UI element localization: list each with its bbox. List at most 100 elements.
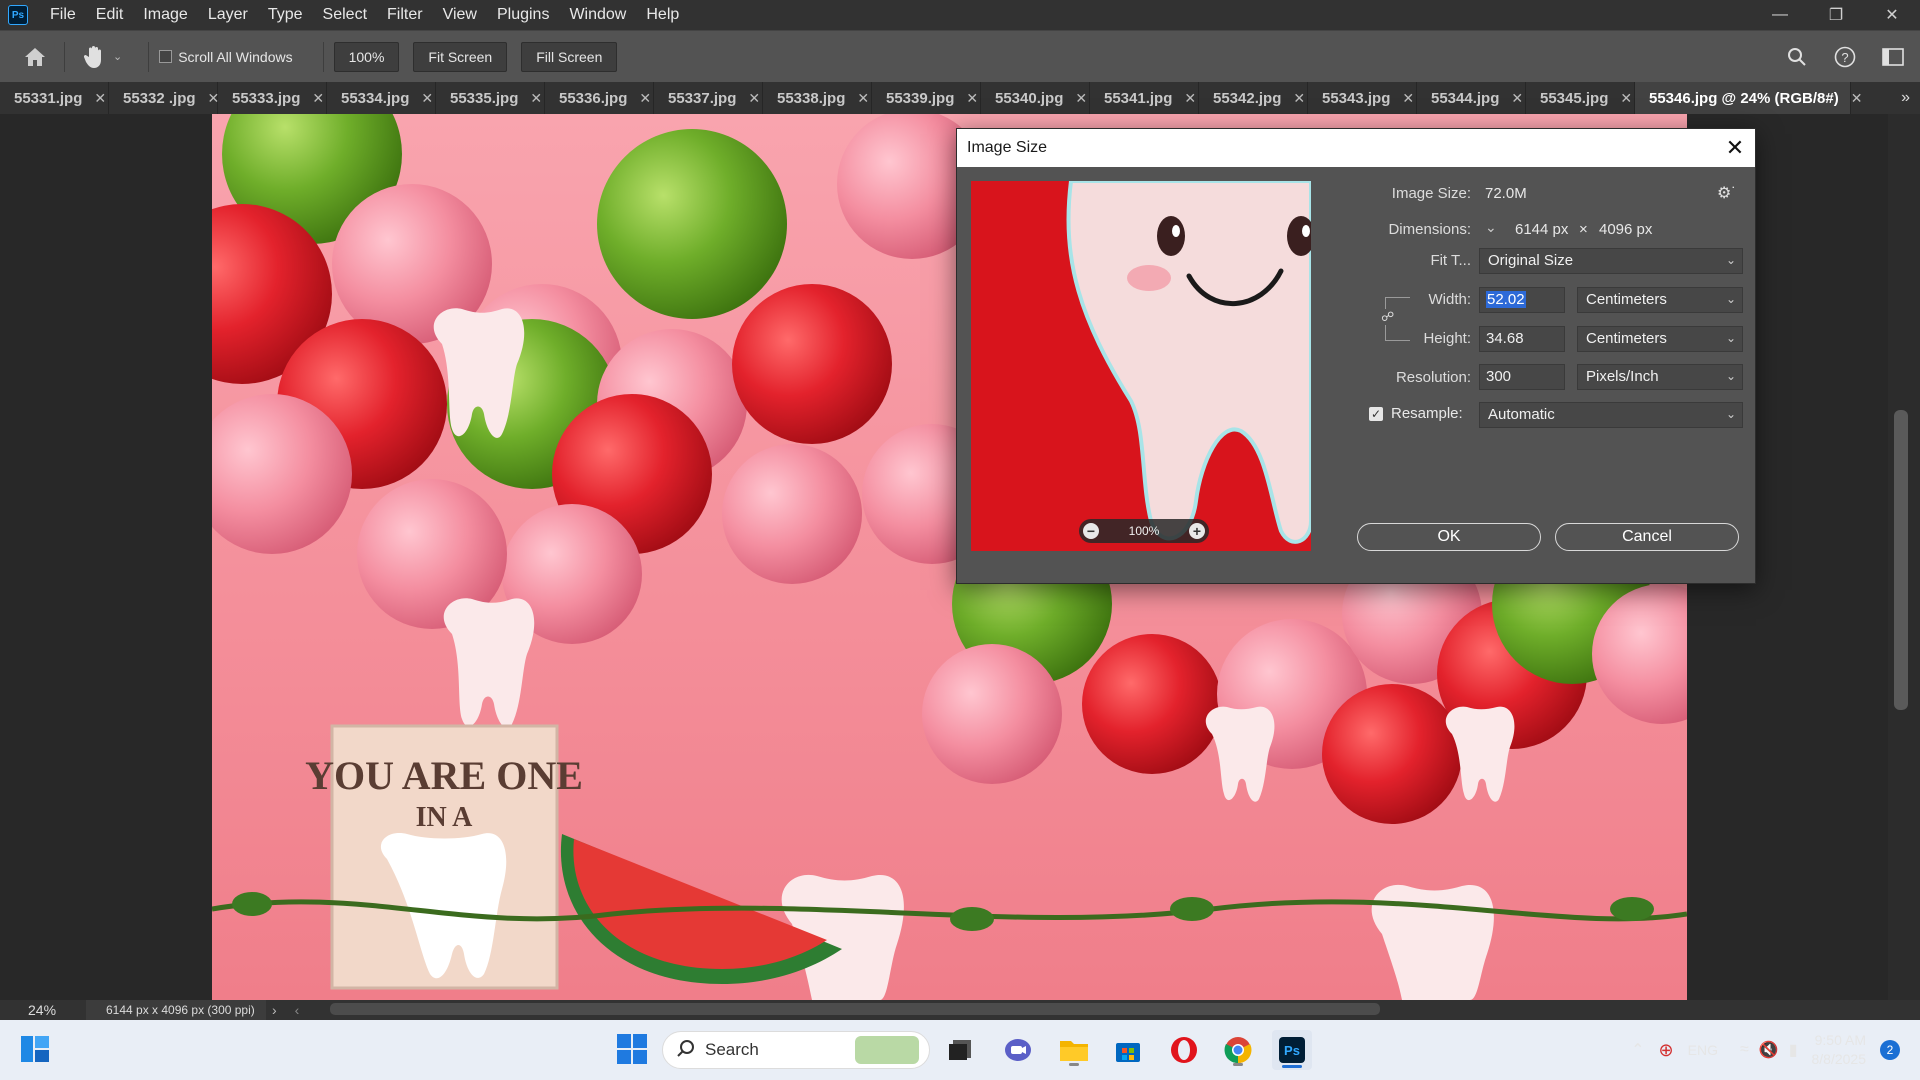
clock[interactable]: 9:50 AM 8/8/2025	[1812, 1031, 1867, 1069]
width-input[interactable]: 52.02	[1479, 287, 1565, 313]
windows-start-icon[interactable]	[616, 1033, 648, 1065]
menu-view[interactable]: View	[433, 0, 487, 30]
tab-55333[interactable]: 55333.jpg ✕	[218, 82, 327, 114]
close-tab-icon[interactable]: ✕	[748, 90, 760, 107]
photoshop-taskbar-icon[interactable]: Ps	[1272, 1030, 1312, 1070]
close-tab-icon[interactable]: ✕	[530, 90, 542, 107]
close-tab-icon[interactable]: ✕	[1184, 90, 1196, 107]
chevron-down-icon[interactable]: ⌄	[113, 50, 122, 63]
fit-to-select[interactable]: Original Size ⌄	[1479, 248, 1743, 274]
widgets-icon[interactable]	[20, 1035, 50, 1063]
close-tab-icon[interactable]: ✕	[1293, 90, 1305, 107]
ok-button[interactable]: OK	[1357, 523, 1541, 551]
height-unit-select[interactable]: Centimeters ⌄	[1577, 326, 1743, 352]
vpn-icon[interactable]: ⊕	[1659, 1040, 1674, 1061]
zoom-out-icon[interactable]: −	[1083, 523, 1099, 539]
scroll-all-windows-checkbox[interactable]: Scroll All Windows	[159, 49, 293, 65]
tab-55340[interactable]: 55340.jpg ✕	[981, 82, 1090, 114]
chrome-icon[interactable]	[1218, 1030, 1258, 1070]
task-view-icon[interactable]	[940, 1030, 980, 1070]
fit-screen-button[interactable]: Fit Screen	[413, 41, 508, 72]
close-tab-icon[interactable]: ✕	[857, 90, 869, 107]
menu-plugins[interactable]: Plugins	[487, 0, 559, 30]
menu-layer[interactable]: Layer	[198, 0, 258, 30]
document-info[interactable]: 6144 px x 4096 px (300 ppi)	[86, 1000, 266, 1020]
battery-icon[interactable]: ▮	[1789, 1040, 1798, 1060]
minimize-icon[interactable]: —	[1752, 0, 1808, 30]
resample-select[interactable]: Automatic ⌄	[1479, 402, 1743, 428]
close-tab-icon[interactable]: ✕	[639, 90, 651, 107]
height-input[interactable]: 34.68	[1479, 326, 1565, 352]
menu-help[interactable]: Help	[636, 0, 689, 30]
dimensions-dropdown-icon[interactable]: ⌄	[1485, 219, 1497, 236]
tab-55345[interactable]: 55345.jpg ✕	[1526, 82, 1635, 114]
zoom-in-icon[interactable]: +	[1188, 523, 1205, 539]
status-arrow-icon[interactable]: ›	[272, 1002, 277, 1018]
chevron-up-icon[interactable]: ⌃	[1631, 1040, 1644, 1060]
tab-55344[interactable]: 55344.jpg ✕	[1417, 82, 1526, 114]
fill-screen-button[interactable]: Fill Screen	[521, 41, 618, 72]
workspace-icon[interactable]	[1874, 38, 1912, 76]
home-icon[interactable]	[16, 38, 54, 76]
resample-checkbox[interactable]: ✓	[1369, 407, 1383, 421]
scroll-left-icon[interactable]: ‹	[295, 1002, 300, 1018]
close-icon[interactable]: ✕	[1723, 135, 1747, 160]
tab-55339[interactable]: 55339.jpg ✕	[872, 82, 981, 114]
file-explorer-icon[interactable]	[1054, 1030, 1094, 1070]
help-icon[interactable]: ?	[1826, 38, 1864, 76]
tab-55331[interactable]: 55331.jpg ✕	[0, 82, 109, 114]
tab-55346-active[interactable]: 55346.jpg @ 24% (RGB/8#) ✕	[1635, 82, 1862, 114]
close-tab-icon[interactable]: ✕	[1402, 90, 1414, 107]
close-tab-icon[interactable]: ✕	[1075, 90, 1087, 107]
zoom-100-button[interactable]: 100%	[333, 41, 400, 72]
taskbar-search[interactable]: Search	[662, 1031, 930, 1069]
menu-file[interactable]: File	[40, 0, 86, 30]
meet-icon[interactable]	[998, 1030, 1038, 1070]
close-tab-icon[interactable]: ✕	[421, 90, 433, 107]
close-tab-icon[interactable]: ✕	[1511, 90, 1523, 107]
tab-55338[interactable]: 55338.jpg ✕	[763, 82, 872, 114]
notification-badge[interactable]: 2	[1880, 1040, 1900, 1060]
close-tab-icon[interactable]: ✕	[966, 90, 978, 107]
link-icon[interactable]: ☍	[1381, 309, 1394, 325]
restore-icon[interactable]: ❐	[1808, 0, 1864, 30]
wifi-icon[interactable]: ≈	[1740, 1041, 1749, 1059]
vertical-scroll-thumb[interactable]	[1894, 410, 1908, 710]
width-unit-select[interactable]: Centimeters ⌄	[1577, 287, 1743, 313]
tab-55343[interactable]: 55343.jpg ✕	[1308, 82, 1417, 114]
menu-image[interactable]: Image	[133, 0, 197, 30]
gear-icon[interactable]: ⚙˙	[1717, 183, 1737, 203]
speaker-muted-icon[interactable]: 🔇	[1759, 1040, 1779, 1060]
menu-edit[interactable]: Edit	[86, 0, 134, 30]
language-indicator[interactable]: ENG	[1688, 1042, 1718, 1058]
checkbox-box[interactable]	[159, 50, 173, 63]
close-tab-icon[interactable]: ✕	[1620, 90, 1632, 107]
tab-55332[interactable]: 55332 .jpg ✕	[109, 82, 219, 114]
running-indicator	[1233, 1063, 1243, 1066]
tab-55342[interactable]: 55342.jpg ✕	[1199, 82, 1308, 114]
tab-55334[interactable]: 55334.jpg ✕	[327, 82, 436, 114]
resolution-unit-select[interactable]: Pixels/Inch ⌄	[1577, 364, 1743, 390]
tab-55336[interactable]: 55336.jpg ✕	[545, 82, 654, 114]
store-icon[interactable]	[1108, 1030, 1148, 1070]
cancel-button[interactable]: Cancel	[1555, 523, 1739, 551]
close-tab-icon[interactable]: ✕	[312, 90, 324, 107]
hand-tool-icon[interactable]	[75, 38, 113, 76]
horizontal-scroll-thumb[interactable]	[330, 1003, 1380, 1015]
close-tab-icon[interactable]: ✕	[94, 90, 106, 107]
resolution-input[interactable]: 300	[1479, 364, 1565, 390]
opera-icon[interactable]	[1164, 1030, 1204, 1070]
menu-select[interactable]: Select	[313, 0, 377, 30]
more-tabs-icon[interactable]: »	[1901, 82, 1910, 114]
search-icon[interactable]	[1778, 38, 1816, 76]
tab-55335[interactable]: 55335.jpg ✕	[436, 82, 545, 114]
menu-type[interactable]: Type	[258, 0, 313, 30]
tab-55337[interactable]: 55337.jpg ✕	[654, 82, 763, 114]
close-window-icon[interactable]: ✕	[1864, 0, 1920, 30]
preview-pane[interactable]: − 100% +	[971, 181, 1311, 551]
menu-window[interactable]: Window	[559, 0, 636, 30]
menu-filter[interactable]: Filter	[377, 0, 433, 30]
zoom-level[interactable]: 24%	[0, 1002, 86, 1018]
tab-55341[interactable]: 55341.jpg ✕	[1090, 82, 1199, 114]
close-tab-icon[interactable]: ✕	[1851, 90, 1863, 107]
